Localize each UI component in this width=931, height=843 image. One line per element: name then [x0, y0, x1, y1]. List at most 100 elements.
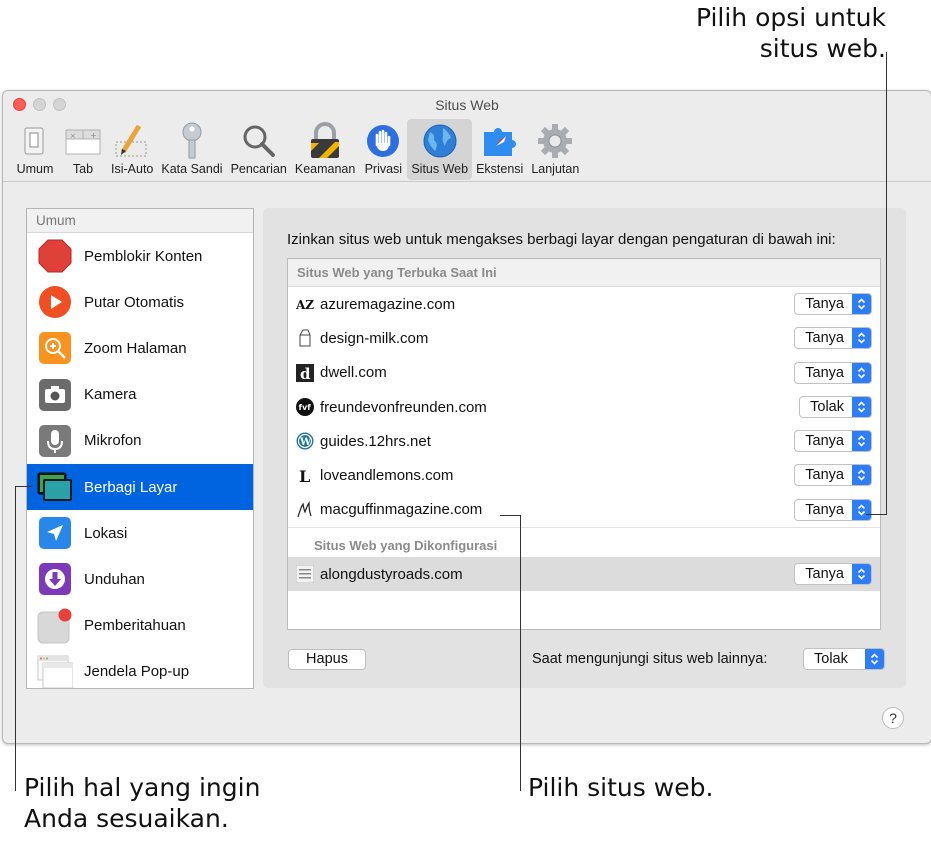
website-row[interactable]: L loveandlemons.com Tanya: [288, 458, 880, 492]
tab-situs-web[interactable]: Situs Web: [407, 119, 473, 180]
sidebar-item-pemberitahuan[interactable]: Pemberitahuan: [27, 603, 253, 649]
permission-value: Tanya: [805, 364, 844, 381]
websites-list[interactable]: Situs Web yang Terbuka Saat Ini AZ azure…: [287, 258, 881, 630]
updown-chevron-icon: [852, 294, 871, 314]
gear-icon: [535, 121, 575, 161]
sidebar-item-putar-otomatis[interactable]: Putar Otomatis: [27, 279, 253, 325]
title-bar: Situs Web: [3, 91, 931, 121]
hand-icon: [363, 121, 403, 161]
website-name: alongdustyroads.com: [320, 565, 463, 583]
sidebar-item-jendela-pop-up[interactable]: Jendela Pop-up: [27, 649, 253, 688]
other-websites-popup[interactable]: Tolak: [803, 648, 885, 670]
callout-choose-item: Pilih hal yang ingin Anda sesuaikan.: [24, 772, 324, 834]
website-name: dwell.com: [320, 364, 387, 382]
tab-label: Kata Sandi: [161, 162, 223, 176]
microphone-icon: [37, 423, 73, 459]
updown-chevron-icon: [852, 499, 871, 520]
permission-value: Tolak: [814, 651, 848, 667]
website-name: guides.12hrs.net: [320, 432, 431, 450]
svg-text:fvf: fvf: [299, 403, 312, 412]
svg-text:L: L: [299, 467, 310, 485]
sidebar-item-pemblokir-konten[interactable]: Pemblokir Konten: [27, 233, 253, 279]
leader-line-website-h: [500, 515, 521, 516]
permission-popup[interactable]: Tanya: [794, 361, 872, 384]
window-title: Situs Web: [435, 97, 499, 113]
tab-lanjutan[interactable]: Lanjutan: [527, 119, 583, 180]
updown-chevron-icon: [865, 649, 884, 669]
help-button[interactable]: ?: [882, 707, 904, 729]
sidebar-item-label: Putar Otomatis: [84, 293, 185, 311]
settings-panel: Izinkan situs web untuk mengakses berbag…: [263, 208, 906, 688]
along-dusty-roads-favicon: [296, 565, 314, 584]
permission-value: Tolak: [810, 398, 844, 415]
tab-pencarian[interactable]: Pencarian: [227, 119, 291, 180]
sidebar-item-kamera[interactable]: Kamera: [27, 372, 253, 418]
key-icon: [172, 121, 212, 161]
website-row[interactable]: alongdustyroads.com Tanya: [288, 557, 880, 592]
tab-keamanan[interactable]: Keamanan: [291, 119, 359, 180]
sidebar-item-unduhan[interactable]: Unduhan: [27, 556, 253, 602]
permission-value: Tanya: [805, 330, 844, 347]
tab-ekstensi[interactable]: Ekstensi: [472, 119, 527, 180]
remove-button[interactable]: Hapus: [288, 649, 366, 670]
stop-sign-icon: [37, 238, 73, 274]
sidebar-item-mikrofon[interactable]: Mikrofon: [27, 418, 253, 464]
sidebar-item-berbagi-layar[interactable]: Berbagi Layar: [27, 463, 253, 511]
updown-chevron-icon: [852, 564, 871, 585]
website-row[interactable]: W guides.12hrs.net Tanya: [288, 424, 880, 458]
toolbar: Umum × + Tab Isi-Auto Kata Sandi Pencaria…: [3, 119, 931, 181]
website-name: freundevonfreunden.com: [320, 398, 487, 416]
sidebar-item-zoom-halaman[interactable]: Zoom Halaman: [27, 325, 253, 371]
tab-umum[interactable]: Umum: [11, 119, 59, 180]
instructions-text: Izinkan situs web untuk mengakses berbag…: [287, 231, 836, 248]
permission-value: Tanya: [805, 296, 844, 312]
callout-line-2: Anda sesuaikan.: [24, 804, 229, 833]
leader-line-item-h: [15, 486, 32, 487]
az-favicon: AZ: [296, 295, 314, 313]
sidebar-item-label: Pemberitahuan: [84, 617, 186, 635]
toolbar-divider: [3, 181, 931, 182]
website-row[interactable]: fvf freundevonfreunden.com Tolak: [288, 390, 880, 424]
preferences-window: Situs Web Umum × + Tab Isi-Auto Kata Sand…: [2, 90, 931, 744]
callout-choose-website: Pilih situs web.: [528, 773, 714, 802]
pencil-icon: [112, 121, 152, 161]
website-row[interactable]: design-milk.com Tanya: [288, 321, 880, 355]
website-row[interactable]: d dwell.com Tanya: [288, 356, 880, 390]
tab-label: Pencarian: [230, 162, 287, 176]
camera-icon: [37, 377, 73, 413]
website-row[interactable]: macguffinmagazine.com Tanya: [288, 493, 880, 527]
play-icon: [37, 284, 73, 320]
tab-label: Situs Web: [411, 162, 469, 176]
lock-icon: [305, 121, 345, 161]
permission-popup[interactable]: Tanya: [794, 430, 872, 453]
updown-chevron-icon: [852, 431, 871, 452]
sidebar-item-lokasi[interactable]: Lokasi: [27, 510, 253, 556]
permission-popup[interactable]: Tanya: [794, 293, 872, 315]
permission-popup[interactable]: Tanya: [794, 563, 872, 586]
switch-icon: [15, 121, 55, 161]
svg-text:AZ: AZ: [296, 298, 314, 311]
svg-text:+: +: [90, 131, 97, 140]
tab-isi-auto[interactable]: Isi-Auto: [107, 119, 157, 180]
tab-kata-sandi[interactable]: Kata Sandi: [157, 119, 226, 180]
leader-line-item: [15, 486, 16, 791]
leader-line-options: [886, 52, 887, 515]
permission-popup[interactable]: Tanya: [794, 464, 872, 487]
sidebar-item-label: Pemblokir Konten: [84, 247, 203, 265]
l-favicon: L: [296, 467, 314, 485]
fvf-favicon: fvf: [296, 398, 314, 417]
sidebar[interactable]: Umum Pemblokir Konten Putar Otomatis Zoo…: [26, 208, 254, 689]
tab-label: Lanjutan: [531, 162, 580, 176]
tab-privasi[interactable]: Privasi: [359, 119, 407, 180]
website-row[interactable]: AZ azuremagazine.com Tanya: [288, 287, 880, 321]
leader-line-options-h: [866, 514, 887, 515]
permission-popup[interactable]: Tanya: [794, 498, 872, 521]
permission-popup[interactable]: Tolak: [799, 395, 872, 418]
popup-window-icon: [37, 654, 73, 688]
tab-label: Ekstensi: [476, 162, 524, 176]
sidebar-item-label: Kamera: [84, 386, 137, 404]
magnifier-icon: [239, 121, 279, 161]
tab-tab[interactable]: × + Tab: [59, 119, 107, 180]
permission-popup[interactable]: Tanya: [794, 327, 872, 350]
callout-line-1: Pilih opsi untuk: [695, 3, 886, 32]
